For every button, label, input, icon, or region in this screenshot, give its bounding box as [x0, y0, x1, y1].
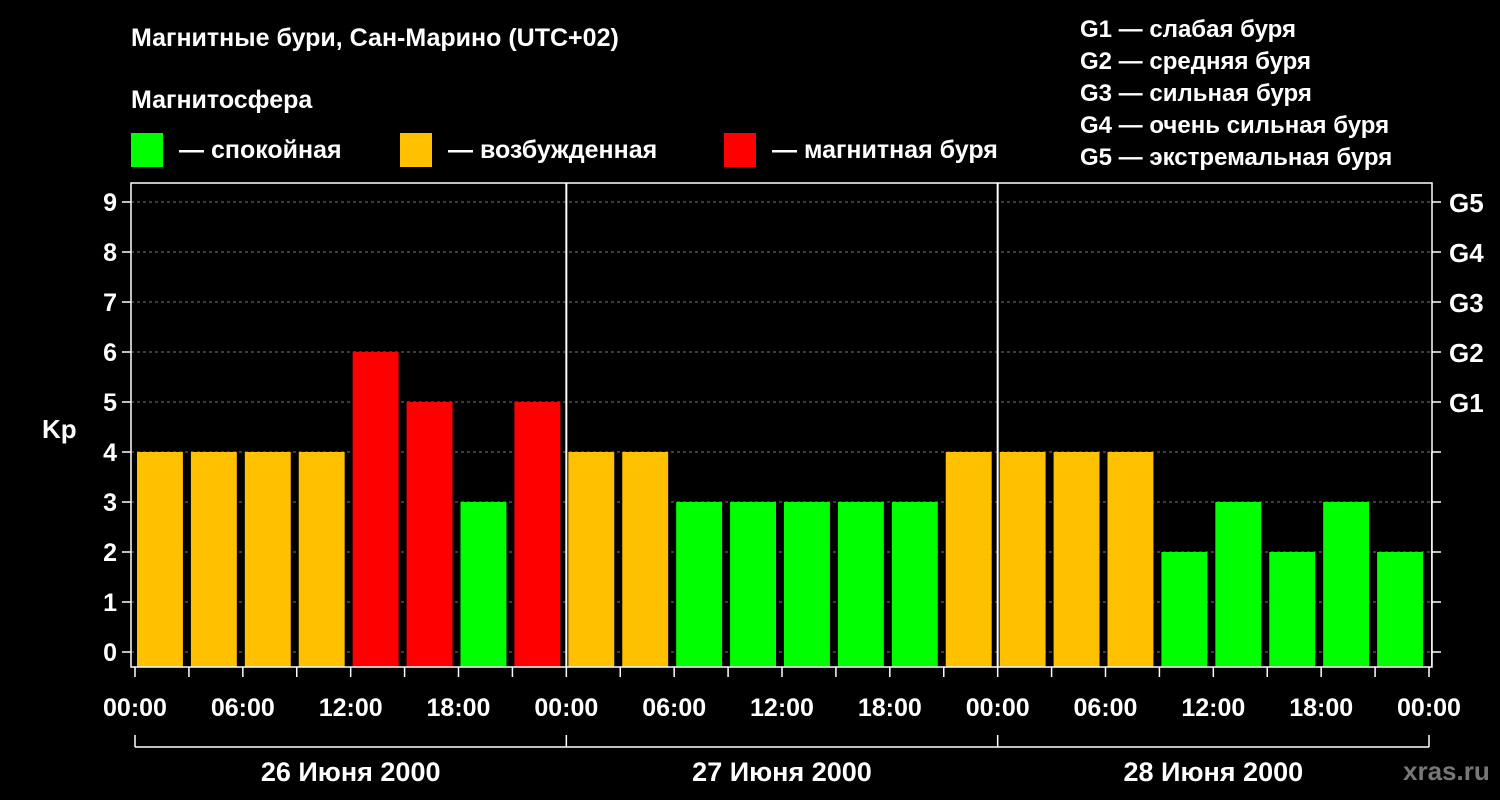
kp-bar [1215, 502, 1262, 667]
y-axis-label: Kp [42, 414, 77, 444]
kp-bar [298, 452, 345, 667]
y-tick-label: 0 [103, 639, 117, 667]
y-tick-label: 2 [103, 539, 117, 567]
kp-bar [730, 502, 776, 667]
x-tick-label: 12:00 [1181, 694, 1245, 722]
kp-bar [837, 502, 884, 667]
kp-bar [460, 502, 507, 667]
y-tick-label: 5 [103, 389, 117, 417]
x-tick-label: 18:00 [427, 694, 491, 722]
g-axis-label: G4 [1449, 238, 1484, 268]
day-label: 27 Июня 2000 [692, 757, 872, 787]
kp-bar [190, 452, 237, 667]
kp-bar [137, 452, 183, 667]
g-axis-label: G3 [1449, 288, 1484, 318]
kp-bar [568, 452, 615, 667]
x-tick-label: 06:00 [1074, 694, 1138, 722]
kp-bar [1053, 452, 1100, 667]
watermark: xras.ru [1403, 756, 1490, 786]
y-tick-label: 7 [103, 289, 117, 317]
x-tick-label: 00:00 [534, 694, 598, 722]
kp-bar [352, 352, 399, 667]
y-tick-label: 3 [103, 489, 117, 517]
x-tick-label: 06:00 [211, 694, 275, 722]
y-tick-label: 9 [103, 189, 117, 217]
kp-bar [1377, 552, 1423, 667]
kp-bar [244, 452, 291, 667]
kp-bar [891, 502, 938, 667]
kp-bar [676, 502, 723, 667]
x-tick-label: 12:00 [750, 694, 814, 722]
y-tick-label: 4 [103, 439, 117, 467]
g-axis-label: G2 [1449, 338, 1484, 368]
g-axis-label: G5 [1449, 188, 1484, 218]
kp-bar [1107, 452, 1154, 667]
y-tick-label: 8 [103, 239, 117, 267]
kp-bar [784, 502, 830, 667]
kp-bar [1269, 552, 1316, 667]
kp-bar-chart: 0 1 2 3 4 5 6 7 8 9 Kp G1 G2 G3 G4 G5 00:00 06:00 12:00 18:… [42, 182, 1484, 787]
y-tick-label: 1 [103, 589, 117, 617]
x-tick-label: 06:00 [642, 694, 706, 722]
g-axis-label: G1 [1449, 388, 1484, 418]
kp-bar [1323, 502, 1370, 667]
day-label: 26 Июня 2000 [261, 757, 441, 787]
x-tick-label: 00:00 [966, 694, 1030, 722]
day-label: 28 Июня 2000 [1124, 757, 1304, 787]
x-tick-label: 18:00 [858, 694, 922, 722]
y-tick-label: 6 [103, 339, 117, 367]
kp-bar [999, 452, 1046, 667]
x-tick-label: 00:00 [1397, 694, 1461, 722]
x-tick-label: 12:00 [319, 694, 383, 722]
kp-bar [622, 452, 669, 667]
x-tick-label: 18:00 [1289, 694, 1353, 722]
kp-bar [1161, 552, 1208, 667]
kp-bar [514, 402, 561, 667]
x-tick-label: 00:00 [103, 694, 167, 722]
kp-bar [406, 402, 453, 667]
kp-bar [945, 452, 992, 667]
